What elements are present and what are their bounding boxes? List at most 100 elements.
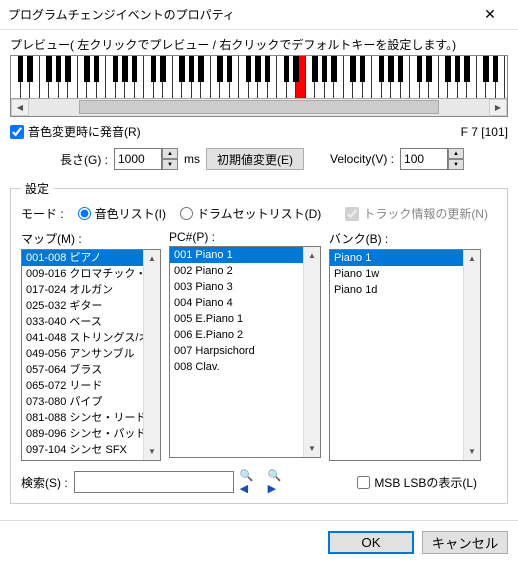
search-prev-icon[interactable]: 🔍◀ xyxy=(240,472,262,492)
list-item[interactable]: 073-080 パイプ xyxy=(22,394,143,410)
black-key[interactable] xyxy=(284,56,290,82)
black-key[interactable] xyxy=(398,56,404,82)
black-key[interactable] xyxy=(417,56,423,82)
black-key[interactable] xyxy=(265,56,271,82)
black-key[interactable] xyxy=(198,56,204,82)
list-item[interactable]: 105-112 エスニックなど xyxy=(22,458,143,460)
scroll-down-icon: ▼ xyxy=(144,443,160,460)
piano-scrollbar[interactable]: ◀ ▶ xyxy=(11,98,507,116)
black-key[interactable] xyxy=(122,56,128,82)
black-key[interactable] xyxy=(255,56,261,82)
search-label: 検索(S) : xyxy=(21,474,68,491)
status-text: F 7 [101] xyxy=(461,125,508,139)
black-key[interactable] xyxy=(350,56,356,82)
black-key[interactable] xyxy=(132,56,138,82)
search-next-icon[interactable]: 🔍▶ xyxy=(268,472,290,492)
mode-voice-radio[interactable]: 音色リスト(I) xyxy=(78,205,166,222)
list-item[interactable]: Piano 1w xyxy=(330,266,463,282)
black-key[interactable] xyxy=(322,56,328,82)
length-label: 長さ(G) : xyxy=(60,151,108,168)
init-value-button[interactable]: 初期値変更(E) xyxy=(206,148,304,170)
black-key[interactable] xyxy=(217,56,223,82)
black-key[interactable] xyxy=(360,56,366,82)
scroll-up-icon: ▲ xyxy=(144,250,160,267)
list-item[interactable]: 041-048 ストリングス/オーケス xyxy=(22,330,143,346)
map-listbox[interactable]: 001-008 ピアノ009-016 クロマチック・パーカッ017-024 オル… xyxy=(21,249,161,461)
black-key[interactable] xyxy=(246,56,252,82)
black-key[interactable] xyxy=(483,56,489,82)
black-key[interactable] xyxy=(27,56,33,82)
list-item[interactable]: 025-032 ギター xyxy=(22,298,143,314)
black-key[interactable] xyxy=(18,56,24,82)
velocity-input[interactable] xyxy=(400,148,448,170)
black-key[interactable] xyxy=(56,56,62,82)
mode-drum-radio[interactable]: ドラムセットリスト(D) xyxy=(180,205,321,222)
scroll-left-icon[interactable]: ◀ xyxy=(11,99,29,116)
list-item[interactable]: 004 Piano 4 xyxy=(170,295,303,311)
voice-on-change-checkbox[interactable]: 音色変更時に発音(R) xyxy=(10,123,141,140)
length-spinner[interactable]: ▲▼ xyxy=(162,148,178,170)
black-key[interactable] xyxy=(426,56,432,82)
black-key[interactable] xyxy=(179,56,185,82)
pc-label: PC#(P) : xyxy=(169,230,321,244)
black-key[interactable] xyxy=(379,56,385,82)
length-unit: ms xyxy=(184,152,200,166)
black-key[interactable] xyxy=(65,56,71,82)
list-item[interactable]: 097-104 シンセ SFX xyxy=(22,442,143,458)
ok-button[interactable]: OK xyxy=(328,531,414,554)
list-item[interactable]: 049-056 アンサンブル xyxy=(22,346,143,362)
list-item[interactable]: 033-040 ベース xyxy=(22,314,143,330)
list-item[interactable]: 002 Piano 2 xyxy=(170,263,303,279)
black-key[interactable] xyxy=(113,56,119,82)
black-key[interactable] xyxy=(160,56,166,82)
list-item[interactable]: 005 E.Piano 1 xyxy=(170,311,303,327)
list-item[interactable]: 089-096 シンセ・パッドなど xyxy=(22,426,143,442)
close-button[interactable]: ✕ xyxy=(470,1,510,29)
bank-listbox[interactable]: Piano 1Piano 1wPiano 1d ▲▼ xyxy=(329,249,481,461)
pc-listbox[interactable]: 001 Piano 1002 Piano 2003 Piano 3004 Pia… xyxy=(169,246,321,458)
map-scrollbar[interactable]: ▲▼ xyxy=(143,250,160,460)
list-item[interactable]: 001-008 ピアノ xyxy=(22,250,143,266)
black-key[interactable] xyxy=(293,56,299,82)
black-key[interactable] xyxy=(151,56,157,82)
black-key[interactable] xyxy=(445,56,451,82)
list-item[interactable]: 001 Piano 1 xyxy=(170,247,303,263)
black-key[interactable] xyxy=(46,56,52,82)
map-label: マップ(M) : xyxy=(21,230,161,247)
black-key[interactable] xyxy=(464,56,470,82)
track-update-checkbox[interactable]: トラック情報の更新(N) xyxy=(345,205,488,222)
piano-preview[interactable]: ◀ ▶ xyxy=(10,55,508,117)
list-item[interactable]: 007 Harpsichord xyxy=(170,343,303,359)
list-item[interactable]: 009-016 クロマチック・パーカッ xyxy=(22,266,143,282)
voice-on-change-label: 音色変更時に発音(R) xyxy=(28,123,141,140)
preview-label: プレビュー( 左クリックでプレビュー / 右クリックでデフォルトキーを設定します… xyxy=(10,36,508,53)
black-key[interactable] xyxy=(227,56,233,82)
scroll-right-icon[interactable]: ▶ xyxy=(489,99,507,116)
pc-scrollbar[interactable]: ▲▼ xyxy=(303,247,320,457)
black-key[interactable] xyxy=(312,56,318,82)
list-item[interactable]: 003 Piano 3 xyxy=(170,279,303,295)
black-key[interactable] xyxy=(189,56,195,82)
list-item[interactable]: Piano 1 xyxy=(330,250,463,266)
list-item[interactable]: 065-072 リード xyxy=(22,378,143,394)
black-key[interactable] xyxy=(94,56,100,82)
black-key[interactable] xyxy=(455,56,461,82)
list-item[interactable]: 008 Clav. xyxy=(170,359,303,375)
list-item[interactable]: 057-064 ブラス xyxy=(22,362,143,378)
black-key[interactable] xyxy=(493,56,499,82)
black-key[interactable] xyxy=(84,56,90,82)
black-key[interactable] xyxy=(331,56,337,82)
bank-scrollbar[interactable]: ▲▼ xyxy=(463,250,480,460)
bank-label: バンク(B) : xyxy=(329,230,481,247)
list-item[interactable]: Piano 1d xyxy=(330,282,463,298)
length-input[interactable] xyxy=(114,148,162,170)
black-key[interactable] xyxy=(388,56,394,82)
search-input[interactable] xyxy=(74,471,234,493)
list-item[interactable]: 006 E.Piano 2 xyxy=(170,327,303,343)
msb-lsb-checkbox[interactable]: MSB LSBの表示(L) xyxy=(357,474,477,491)
list-item[interactable]: 017-024 オルガン xyxy=(22,282,143,298)
list-item[interactable]: 081-088 シンセ・リード xyxy=(22,410,143,426)
cancel-button[interactable]: キャンセル xyxy=(422,531,508,554)
velocity-label: Velocity(V) : xyxy=(330,152,394,166)
velocity-spinner[interactable]: ▲▼ xyxy=(448,148,464,170)
